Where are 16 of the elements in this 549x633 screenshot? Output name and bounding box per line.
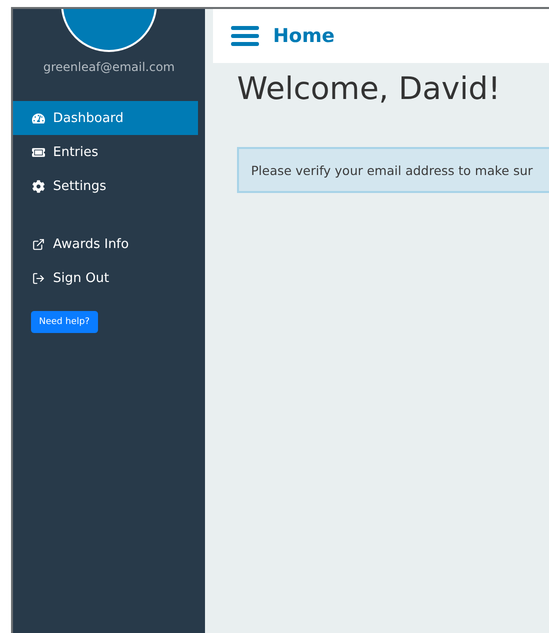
page-title: Home [273,25,335,47]
verify-alert: Please verify your email address to make sur [237,147,549,193]
sidebar-link[interactable]: Awards Info [13,227,198,261]
help-button[interactable]: Need help? [31,311,98,333]
user-email: greenleaf@email.com [42,60,176,74]
sidebar-item[interactable]: Entries [13,135,198,169]
sidebar-item[interactable]: Dashboard [13,101,198,135]
sidebar-link[interactable]: Sign Out [13,261,198,295]
sidebar-item[interactable]: Settings [13,169,198,203]
sign-out-icon [32,272,45,284]
gauge-icon [32,112,45,124]
external-link-icon [32,238,45,250]
welcome-heading: Welcome, David! [237,71,502,107]
settings-icon [32,180,45,192]
ticket-icon [32,146,45,158]
menu-icon[interactable] [231,25,259,47]
